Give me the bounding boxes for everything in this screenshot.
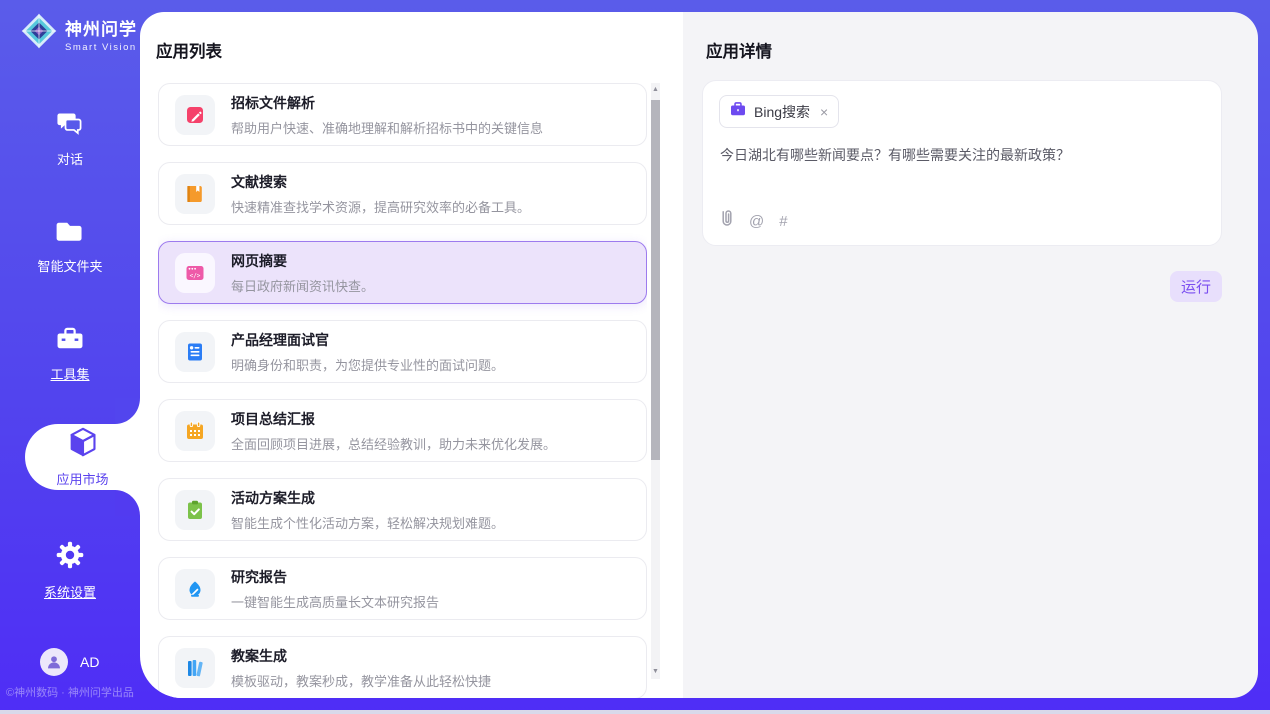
book-icon xyxy=(175,174,215,214)
user-name: AD xyxy=(80,654,99,670)
app-card-research-report[interactable]: 研究报告 一键智能生成高质量长文本研究报告 xyxy=(158,557,647,620)
app-card-bid-analysis[interactable]: 招标文件解析 帮助用户快速、准确地理解和解析招标书中的关键信息 xyxy=(158,83,647,146)
avatar xyxy=(40,648,68,676)
sidebar-item-label: 系统设置 xyxy=(44,582,96,601)
hash-icon[interactable]: # xyxy=(779,213,787,230)
svg-text:</>: </> xyxy=(190,272,201,279)
sidebar-item-label: 智能文件夹 xyxy=(37,256,102,275)
sidebar-item-chat[interactable]: 对话 xyxy=(0,106,140,172)
user-account[interactable]: AD xyxy=(40,648,99,676)
run-button[interactable]: 运行 xyxy=(1170,271,1222,302)
folder-icon xyxy=(56,219,84,248)
sidebar: 神州问学 Smart Vision 对话 智能文件夹 xyxy=(0,0,140,714)
app-list-title: 应用列表 xyxy=(156,38,222,62)
app-detail-panel: 应用详情 Bing搜索 × 今日湖北有哪些新闻要点？有哪些需要关注的最新政策？ xyxy=(683,12,1258,698)
notch-bottom-curve xyxy=(115,490,140,516)
app-card-desc: 全面回顾项目进展，总结经验教训，助力未来优化发展。 xyxy=(231,434,556,453)
app-card-title: 活动方案生成 xyxy=(231,488,504,508)
chat-icon xyxy=(56,110,84,141)
web-code-icon: </> xyxy=(175,253,215,293)
scroll-down-icon[interactable]: ▼ xyxy=(651,665,660,679)
app-card-list: 招标文件解析 帮助用户快速、准确地理解和解析招标书中的关键信息 文献搜索 快速精… xyxy=(158,83,647,698)
ink-pen-icon xyxy=(175,569,215,609)
sidebar-item-label: 工具集 xyxy=(50,364,89,383)
books-icon xyxy=(175,648,215,688)
list-scrollbar[interactable]: ▲ ▼ xyxy=(651,83,660,679)
tool-tag-label: Bing搜索 xyxy=(754,102,810,122)
briefcase-icon xyxy=(730,102,746,121)
clipboard-check-icon xyxy=(175,490,215,530)
paperclip-icon[interactable] xyxy=(720,209,734,233)
copyright-text: ©神州数码 · 神州问学出品 xyxy=(6,684,134,700)
app-card-title: 产品经理面试官 xyxy=(231,330,504,350)
app-list-panel: 应用列表 招标文件解析 帮助用户快速、准确地理解和解析招标书中的关键信息 xyxy=(140,12,683,698)
app-card-title: 研究报告 xyxy=(231,567,439,587)
query-card: Bing搜索 × 今日湖北有哪些新闻要点？有哪些需要关注的最新政策？ @ # xyxy=(702,80,1222,246)
query-text[interactable]: 今日湖北有哪些新闻要点？有哪些需要关注的最新政策？ xyxy=(720,145,1205,165)
cube-icon xyxy=(68,426,98,463)
sidebar-item-app-market[interactable]: 应用市场 xyxy=(25,424,140,490)
notch-top-curve xyxy=(115,398,140,424)
scroll-up-icon[interactable]: ▲ xyxy=(651,83,660,97)
app-card-desc: 帮助用户快速、准确地理解和解析招标书中的关键信息 xyxy=(231,118,543,137)
app-card-title: 文献搜索 xyxy=(231,172,530,192)
resume-icon xyxy=(175,332,215,372)
app-card-project-summary[interactable]: 项目总结汇报 全面回顾项目进展，总结经验教训，助力未来优化发展。 xyxy=(158,399,647,462)
app-detail-title: 应用详情 xyxy=(706,38,772,62)
sidebar-item-label: 对话 xyxy=(57,149,83,168)
edit-square-icon xyxy=(175,95,215,135)
app-card-title: 项目总结汇报 xyxy=(231,409,556,429)
sidebar-item-smart-folder[interactable]: 智能文件夹 xyxy=(0,214,140,280)
at-icon[interactable]: @ xyxy=(749,213,764,230)
app-card-literature-search[interactable]: 文献搜索 快速精准查找学术资源，提高研究效率的必备工具。 xyxy=(158,162,647,225)
brand-name: 神州问学 xyxy=(65,15,137,40)
app-card-title: 招标文件解析 xyxy=(231,93,543,113)
sidebar-item-label: 应用市场 xyxy=(56,469,108,488)
brand-subtitle: Smart Vision xyxy=(65,42,137,53)
scrollbar-thumb[interactable] xyxy=(651,100,660,460)
calendar-icon xyxy=(175,411,215,451)
sidebar-item-toolset[interactable]: 工具集 xyxy=(0,322,140,388)
attach-toolbar: @ # xyxy=(720,209,788,233)
app-card-lesson-plan[interactable]: 教案生成 模板驱动，教案秒成，教学准备从此轻松快捷 xyxy=(158,636,647,698)
app-card-desc: 每日政府新闻资讯快查。 xyxy=(231,276,374,295)
tool-tag-bing-search[interactable]: Bing搜索 × xyxy=(719,95,839,128)
app-card-desc: 明确身份和职责，为您提供专业性的面试问题。 xyxy=(231,355,504,374)
app-card-desc: 模板驱动，教案秒成，教学准备从此轻松快捷 xyxy=(231,671,491,690)
app-card-desc: 一键智能生成高质量长文本研究报告 xyxy=(231,592,439,611)
brand-logo: 神州问学 Smart Vision xyxy=(20,12,137,55)
app-card-title: 教案生成 xyxy=(231,646,491,666)
toolbox-icon xyxy=(56,327,84,356)
app-card-pm-interviewer[interactable]: 产品经理面试官 明确身份和职责，为您提供专业性的面试问题。 xyxy=(158,320,647,383)
app-card-web-summary[interactable]: </> 网页摘要 每日政府新闻资讯快查。 xyxy=(158,241,647,304)
sidebar-item-settings[interactable]: 系统设置 xyxy=(0,538,140,604)
app-card-desc: 智能生成个性化活动方案，轻松解决规划难题。 xyxy=(231,513,504,532)
main-content: 应用列表 招标文件解析 帮助用户快速、准确地理解和解析招标书中的关键信息 xyxy=(140,12,1258,698)
close-icon[interactable]: × xyxy=(820,104,828,120)
diamond-logo-icon xyxy=(20,12,58,55)
app-card-title: 网页摘要 xyxy=(231,251,374,271)
gear-icon xyxy=(56,541,84,574)
app-card-activity-plan[interactable]: 活动方案生成 智能生成个性化活动方案，轻松解决规划难题。 xyxy=(158,478,647,541)
app-card-desc: 快速精准查找学术资源，提高研究效率的必备工具。 xyxy=(231,197,530,216)
